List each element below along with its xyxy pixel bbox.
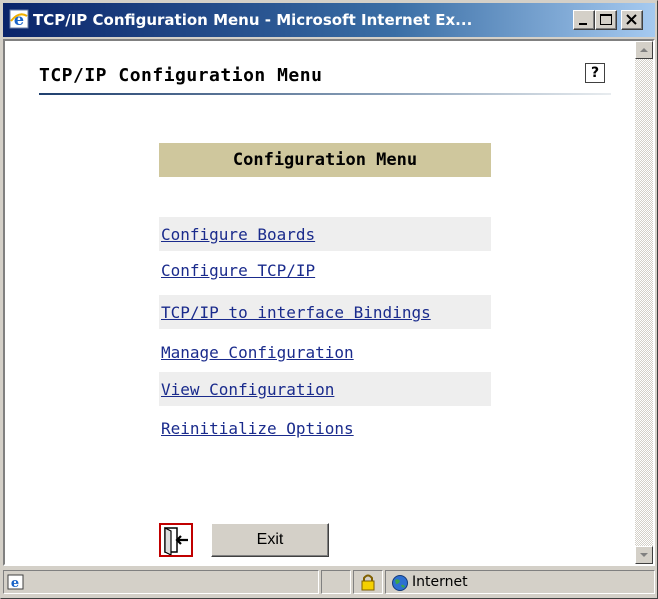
close-icon [626, 14, 637, 25]
menu-row: View Configuration [159, 372, 491, 406]
lock-icon [361, 574, 375, 591]
ie-icon: e [9, 9, 29, 29]
menu-row: Configure Boards [159, 217, 491, 251]
window-title: TCP/IP Configuration Menu - Microsoft In… [33, 11, 473, 29]
help-icon: ? [590, 65, 600, 81]
view-configuration-link[interactable]: View Configuration [161, 380, 334, 399]
exit-button[interactable]: Exit [211, 523, 329, 557]
page-title: TCP/IP Configuration Menu [39, 65, 323, 86]
globe-icon [392, 575, 408, 591]
minimize-button[interactable] [573, 10, 595, 30]
menu-row: TCP/IP to interface Bindings [159, 295, 491, 329]
minimize-icon [579, 23, 587, 25]
scroll-down-icon [640, 553, 648, 557]
status-bar: e Internet [3, 568, 655, 596]
maximize-button[interactable] [595, 10, 617, 30]
maximize-icon [600, 14, 612, 25]
vertical-scrollbar[interactable] [635, 41, 653, 564]
scroll-up-icon [640, 48, 648, 52]
status-panel-main: e [3, 570, 319, 594]
browser-window: e TCP/IP Configuration Menu - Microsoft … [0, 0, 658, 599]
configure-tcpip-link[interactable]: Configure TCP/IP [161, 261, 315, 280]
menu-row: Configure TCP/IP [159, 253, 491, 287]
manage-configuration-link[interactable]: Manage Configuration [161, 343, 354, 362]
svg-text:e: e [11, 576, 19, 590]
configure-boards-link[interactable]: Configure Boards [161, 225, 315, 244]
tcpip-bindings-link[interactable]: TCP/IP to interface Bindings [161, 303, 431, 322]
exit-door-icon[interactable] [159, 523, 193, 557]
status-panel-security [353, 570, 383, 594]
status-panel-progress [321, 570, 351, 594]
reinitialize-options-link[interactable]: Reinitialize Options [161, 419, 354, 438]
title-bar[interactable]: e TCP/IP Configuration Menu - Microsoft … [3, 3, 655, 37]
menu-row: Manage Configuration [159, 335, 491, 369]
help-button[interactable]: ? [585, 63, 605, 83]
close-button[interactable] [621, 10, 643, 30]
menu-row: Reinitialize Options [159, 411, 491, 445]
page-viewport: TCP/IP Configuration Menu ? Configuratio… [5, 41, 635, 564]
menu-header: Configuration Menu [159, 143, 491, 177]
title-divider [39, 93, 611, 95]
ie-page-icon: e [7, 574, 24, 590]
scroll-down-button[interactable] [635, 546, 653, 564]
svg-text:e: e [14, 10, 24, 29]
security-zone-label: Internet [412, 574, 468, 590]
status-panel-zone: Internet [385, 570, 655, 594]
scroll-up-button[interactable] [635, 41, 653, 59]
